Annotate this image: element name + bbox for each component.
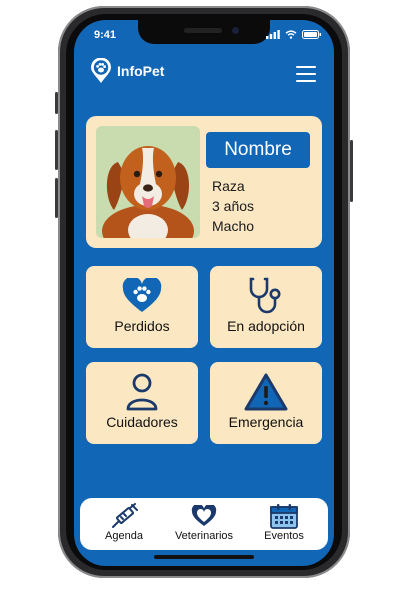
heart-paw-icon (122, 278, 162, 312)
signal-icon (266, 30, 280, 39)
nav-label: Veterinarios (174, 530, 234, 542)
calendar-icon (270, 504, 298, 529)
speaker (184, 28, 222, 33)
tile-perdidos[interactable]: Perdidos (86, 266, 198, 348)
tile-cuidadores[interactable]: Cuidadores (86, 362, 198, 444)
side-button (350, 140, 353, 202)
person-icon (126, 373, 158, 411)
pet-sex: Macho (212, 218, 255, 234)
tile-en-adopcion[interactable]: En adopción (210, 266, 322, 348)
tile-label: Emergencia (228, 414, 304, 430)
status-time: 9:41 (94, 29, 117, 41)
notch (138, 20, 270, 44)
pet-profile-card[interactable]: Nombre Raza 3 años Macho (86, 116, 322, 248)
heart-icon (191, 505, 217, 526)
tile-label: Perdidos (114, 318, 170, 334)
status-icons (266, 30, 322, 39)
volume-up-button (55, 130, 58, 170)
front-camera (232, 27, 239, 34)
mute-switch (55, 92, 58, 114)
paw-pin-logo-icon (91, 58, 111, 83)
nav-label: Eventos (264, 530, 304, 542)
pet-photo (96, 126, 200, 238)
nav-label: Agenda (105, 530, 143, 542)
tile-label: Cuidadores (106, 414, 178, 430)
bottom-nav: Agenda Veterinarios Eventos (80, 498, 328, 550)
pet-age: 3 años (212, 198, 255, 214)
home-indicator[interactable] (154, 555, 254, 559)
nav-eventos[interactable]: Eventos (244, 502, 324, 548)
app-title: InfoPet (117, 63, 165, 79)
wifi-icon (285, 30, 297, 39)
pet-breed: Raza (212, 178, 245, 194)
volume-down-button (55, 178, 58, 218)
tile-label: En adopción (227, 318, 305, 334)
hamburger-menu-icon[interactable] (296, 66, 316, 82)
warning-icon (244, 373, 288, 411)
syringe-icon (112, 503, 138, 528)
stethoscope-icon (249, 277, 281, 314)
tile-emergencia[interactable]: Emergencia (210, 362, 322, 444)
nav-veterinarios[interactable]: Veterinarios (164, 502, 244, 548)
nav-agenda[interactable]: Agenda (84, 502, 164, 548)
app-brand[interactable]: InfoPet (90, 58, 164, 84)
battery-icon (302, 30, 322, 39)
pet-name-label: Nombre (206, 132, 310, 168)
app-screen: 9:41 InfoPet Nombre Raza 3 años Macho Pe… (74, 20, 334, 566)
